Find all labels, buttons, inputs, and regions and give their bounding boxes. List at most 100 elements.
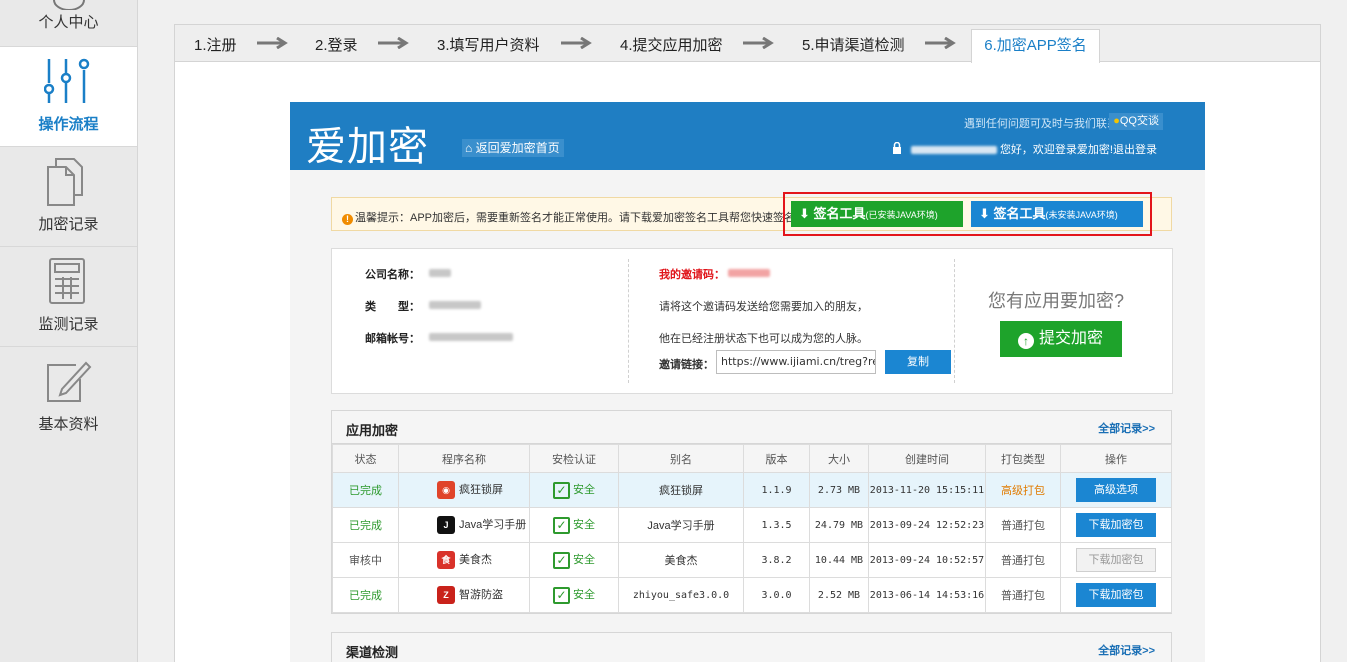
sidebar-item-monitor-records[interactable]: 监测记录 <box>0 247 137 347</box>
pack-type-cell: 高级打包 <box>985 472 1061 508</box>
arrow-right-icon <box>378 37 409 49</box>
company-label: 公司名称： <box>365 269 420 281</box>
app-name-cell: ◉ 疯狂锁屏 <box>398 472 530 508</box>
section-title: 渠道检测 <box>346 645 399 660</box>
created-cell: 2013-06-14 14:53:16 <box>868 577 986 613</box>
home-link[interactable]: ⌂ 返回爱加密首页 <box>462 139 564 157</box>
cert-cell: ✓ 安全 <box>529 577 619 613</box>
step-profile[interactable]: 3.填写用户资料 <box>437 34 540 55</box>
button-note: (已安装JAVA环境) <box>865 210 938 220</box>
invite-code-label: 我的邀请码： <box>659 269 725 281</box>
logout-link[interactable]: 退出登录 <box>1113 144 1157 156</box>
column-header: 操作 <box>1060 444 1172 473</box>
section-header: 渠道检测 全部记录>> <box>332 633 1171 662</box>
app-name-cell: Z 智游防盗 <box>398 577 530 613</box>
divider <box>628 259 629 383</box>
copy-button[interactable]: 复制 <box>885 350 951 374</box>
download-package-button[interactable]: 下载加密包 <box>1076 583 1156 607</box>
sidebar-item-process[interactable]: 操作流程 <box>0 47 137 147</box>
pack-type-cell: 普通打包 <box>985 507 1061 543</box>
qq-chat-button[interactable]: ●QQ交谈 <box>1109 113 1163 130</box>
action-cell: 下载加密包 <box>1060 577 1172 613</box>
step-channel-check[interactable]: 5.申请渠道检测 <box>802 34 905 55</box>
version-cell: 1.3.5 <box>743 507 810 543</box>
all-records-link[interactable]: 全部记录>> <box>1098 642 1155 658</box>
sliders-icon <box>44 58 90 103</box>
advanced-options-button[interactable]: 高级选项 <box>1076 478 1156 502</box>
app-icon: 食 <box>437 551 455 570</box>
contact-text: 遇到任何问题可及时与我们联系! <box>963 118 1121 130</box>
home-icon: ⌂ <box>465 141 473 155</box>
tip-text: 温馨提示：APP加密后，需要重新签名才能正常使用。请下载爱加密签名工具帮您快速签… <box>355 212 799 224</box>
step-login[interactable]: 2.登录 <box>315 34 358 55</box>
size-cell: 24.79 MB <box>809 507 869 543</box>
sidebar-item-profile[interactable]: 个人中心 <box>0 0 137 47</box>
check-icon: ✓ <box>553 551 570 569</box>
status-cell: 已完成 <box>332 472 399 508</box>
documents-icon <box>47 158 83 206</box>
arrow-right-icon <box>925 37 956 49</box>
action-cell: 高级选项 <box>1060 472 1172 508</box>
section-header: 应用加密 全部记录>> <box>332 411 1171 444</box>
warning-icon: ! <box>342 214 353 225</box>
sidebar-item-label: 加密记录 <box>38 216 99 233</box>
button-note: (未安装JAVA环境) <box>1045 210 1118 220</box>
arrow-right-icon <box>743 37 774 49</box>
table-header: 状态 程序名称 安检认证 别名 版本 大小 创建时间 打包类型 操作 <box>332 444 1172 473</box>
alias-cell: 疯狂锁屏 <box>618 472 744 508</box>
step-register[interactable]: 1.注册 <box>194 34 237 55</box>
sidebar-item-encrypt-records[interactable]: 加密记录 <box>0 147 137 247</box>
column-header: 创建时间 <box>868 444 986 473</box>
submit-encrypt-button[interactable]: ↑ 提交加密 <box>1000 321 1122 357</box>
sidebar-item-label: 监测记录 <box>38 316 99 333</box>
embedded-site: 爱加密 ⌂ 返回爱加密首页 遇到任何问题可及时与我们联系! ●QQ交谈 您好，欢… <box>290 102 1205 662</box>
edit-icon <box>47 361 92 402</box>
download-icon: ⬇ <box>979 206 990 221</box>
invite-link-field[interactable]: https://www.ijiami.cn/treg?reg <box>716 350 876 374</box>
sign-tool-installed-button[interactable]: ⬇ 签名工具(已安装JAVA环境) <box>791 201 963 227</box>
site-logo[interactable]: 爱加密 <box>306 114 429 172</box>
app-name: 美食杰 <box>459 553 492 566</box>
qq-label: QQ交谈 <box>1119 115 1159 127</box>
download-icon: ⬇ <box>799 206 810 221</box>
sidebar-item-label: 个人中心 <box>38 14 99 31</box>
version-cell: 3.0.0 <box>743 577 810 613</box>
column-header: 别名 <box>618 444 744 473</box>
cert-cell: ✓ 安全 <box>529 507 619 543</box>
scrollbar[interactable] <box>1340 0 1347 662</box>
version-cell: 1.1.9 <box>743 472 810 508</box>
cert-label: 安全 <box>573 519 595 532</box>
app-encrypt-section: 应用加密 全部记录>> 状态 程序名称 安检认证 别名 版本 大小 创建时间 打… <box>331 410 1172 614</box>
created-cell: 2013-09-24 10:52:57 <box>868 542 986 578</box>
size-cell: 2.73 MB <box>809 472 869 508</box>
app-icon: J <box>437 516 455 535</box>
column-header: 大小 <box>809 444 869 473</box>
status-cell: 审核中 <box>332 542 399 578</box>
step-submit-encrypt[interactable]: 4.提交应用加密 <box>620 34 723 55</box>
step-app-sign[interactable]: 6.加密APP签名 <box>971 29 1100 63</box>
arrow-right-icon <box>561 37 592 49</box>
download-package-button-disabled: 下载加密包 <box>1076 548 1156 572</box>
size-cell: 2.52 MB <box>809 577 869 613</box>
all-records-link[interactable]: 全部记录>> <box>1098 420 1155 436</box>
qq-icon: ● <box>1113 115 1120 127</box>
table-row[interactable]: 已完成 Z 智游防盗 ✓ 安全 zhiyou_safe3.0.0 3.0.0 2.5… <box>332 577 1172 613</box>
button-label: 签名工具 <box>813 206 866 221</box>
download-package-button[interactable]: 下载加密包 <box>1076 513 1156 537</box>
sidebar: 个人中心 操作流程 加密记录 监测记录 基本资料 <box>0 0 138 662</box>
check-icon: ✓ <box>553 481 570 499</box>
table-row[interactable]: 已完成 J Java学习手册 ✓ 安全 Java学习手册 1.3.5 24.79 M… <box>332 507 1172 543</box>
size-cell: 10.44 MB <box>809 542 869 578</box>
table-row[interactable]: 审核中 食美食杰 ✓ 安全 美食杰 3.8.2 10.44 MB 2013-09-… <box>332 542 1172 578</box>
sidebar-item-basic-info[interactable]: 基本资料 <box>0 347 137 447</box>
cert-cell: ✓ 安全 <box>529 472 619 508</box>
table-row[interactable]: 已完成 ◉ 疯狂锁屏 ✓ 安全 疯狂锁屏 1.1.9 2.73 MB 2013-11… <box>332 472 1172 508</box>
action-cell: 下载加密包 <box>1060 507 1172 543</box>
button-label: 签名工具 <box>993 206 1046 221</box>
pack-type-cell: 普通打包 <box>985 542 1061 578</box>
sign-tool-not-installed-button[interactable]: ⬇ 签名工具(未安装JAVA环境) <box>971 201 1143 227</box>
sidebar-item-label: 基本资料 <box>38 416 99 433</box>
username-redacted <box>910 146 997 155</box>
app-name-cell: J Java学习手册 <box>398 507 530 543</box>
app-table: 状态 程序名称 安检认证 别名 版本 大小 创建时间 打包类型 操作 已完成 ◉… <box>332 444 1172 613</box>
